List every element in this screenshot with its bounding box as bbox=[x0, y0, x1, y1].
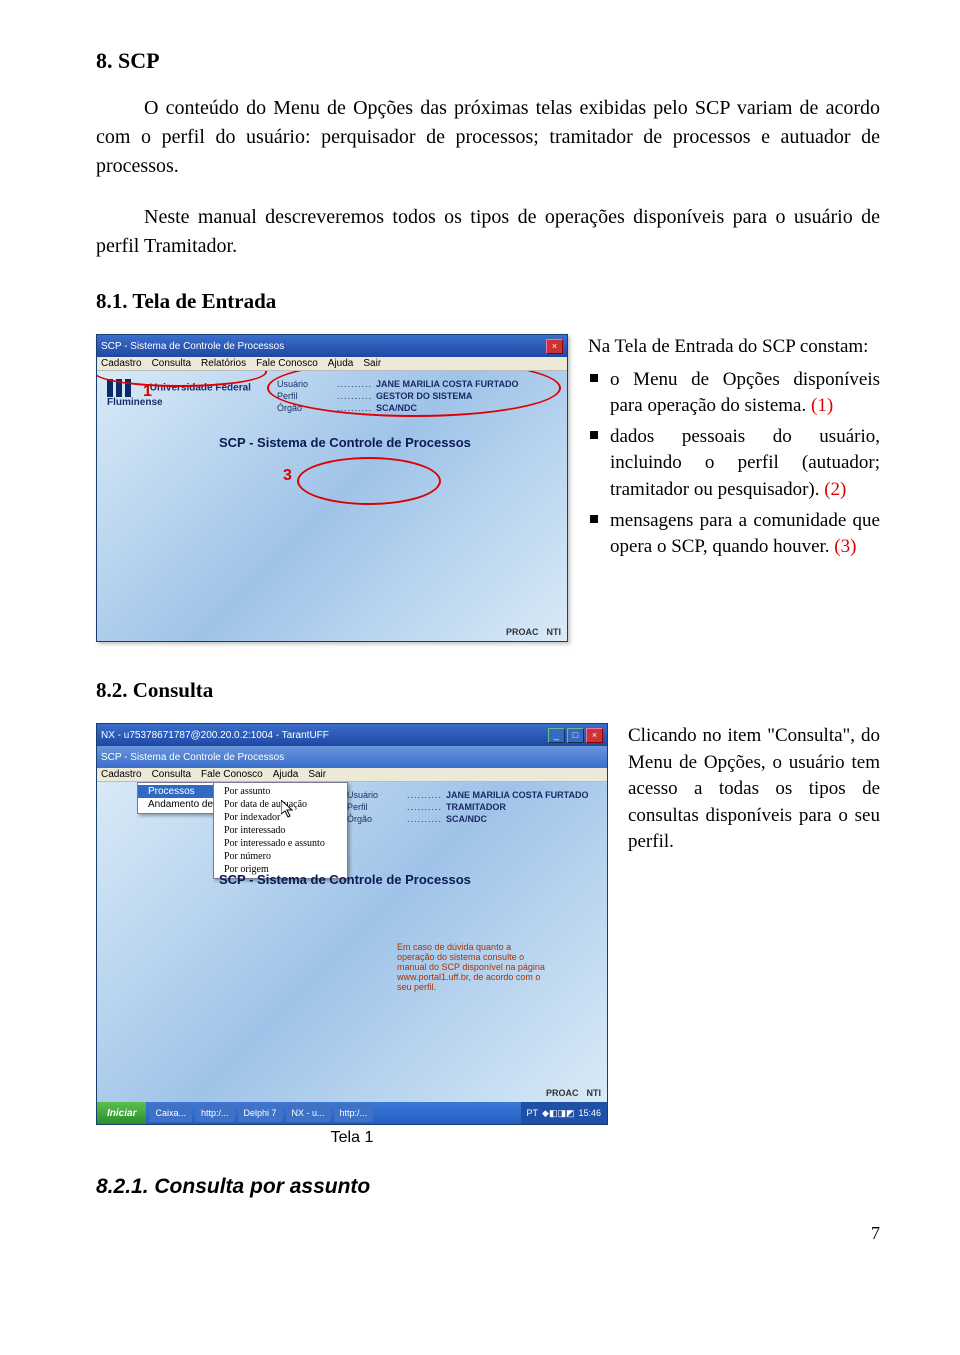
tray-icons: ◆◧◨◩ bbox=[542, 1108, 574, 1119]
menu-cadastro-2[interactable]: Cadastro bbox=[101, 769, 142, 780]
maximize-icon[interactable]: □ bbox=[567, 728, 584, 743]
lbl-usuario-2: Usuário bbox=[347, 790, 403, 800]
scp-inner-titlebar: SCP - Sistema de Controle de Processos bbox=[97, 746, 607, 768]
heading-8-2: 8.2. Consulta bbox=[96, 678, 880, 703]
nti-logo-text-2: NTI bbox=[587, 1088, 602, 1098]
menu-consulta-2[interactable]: Consulta bbox=[152, 769, 191, 780]
sub-por-interessado-assunto[interactable]: Por interessado e assunto bbox=[214, 837, 347, 850]
bullet-1: o Menu de Opções disponíveis para operaç… bbox=[588, 367, 880, 420]
footer-logos-2: PROAC NTI bbox=[546, 1088, 601, 1098]
consulta-figure: NX - u75378671787@200.20.0.2:1004 - Tara… bbox=[96, 723, 608, 1147]
scp-heading: SCP - Sistema de Controle de Processos bbox=[219, 435, 471, 450]
sub-por-interessado[interactable]: Por interessado bbox=[214, 824, 347, 837]
scp-heading-2: SCP - Sistema de Controle de Processos bbox=[219, 872, 471, 887]
entrada-lead: Na Tela de Entrada do SCP constam: bbox=[588, 334, 880, 361]
annotation-label-3: 3 bbox=[283, 467, 292, 485]
menubar-2[interactable]: Cadastro Consulta Fale Conosco Ajuda Sai… bbox=[97, 768, 607, 782]
processos-submenu[interactable]: Por assunto Por data de autuação Por ind… bbox=[213, 782, 348, 879]
sub-por-numero[interactable]: Por número bbox=[214, 850, 347, 863]
menu-sair-2[interactable]: Sair bbox=[308, 769, 326, 780]
taskbar-btn-2[interactable]: http:/... bbox=[195, 1104, 235, 1122]
entrada-description-block: Na Tela de Entrada do SCP constam: o Men… bbox=[588, 334, 880, 565]
val-orgao-2: SCA/NDC bbox=[446, 814, 487, 824]
bullet-1-tag: (1) bbox=[811, 395, 833, 416]
tray-lang: PT bbox=[527, 1108, 539, 1118]
nx-window-title: NX - u75378671787@200.20.0.2:1004 - Tara… bbox=[101, 730, 329, 741]
nx-window-controls: _ □ × bbox=[548, 728, 603, 743]
taskbar-btn-4[interactable]: NX - u... bbox=[286, 1104, 331, 1122]
sub-por-assunto[interactable]: Por assunto bbox=[214, 785, 347, 798]
heading-8-scp: 8. SCP bbox=[96, 48, 880, 74]
bullet-1-text: o Menu de Opções disponíveis para operaç… bbox=[610, 369, 880, 417]
tray-time: 15:46 bbox=[578, 1108, 601, 1118]
system-tray[interactable]: PT ◆◧◨◩ 15:46 bbox=[521, 1102, 607, 1124]
bullet-3-tag: (3) bbox=[834, 536, 856, 557]
menu-fale-conosco-2[interactable]: Fale Conosco bbox=[201, 769, 263, 780]
scp-inner-title: SCP - Sistema de Controle de Processos bbox=[101, 752, 284, 763]
annotation-ellipse-3 bbox=[297, 457, 441, 505]
menu-sair[interactable]: Sair bbox=[363, 358, 381, 369]
tela-1-caption: Tela 1 bbox=[96, 1129, 608, 1147]
heading-8-1: 8.1. Tela de Entrada bbox=[96, 289, 880, 314]
titlebar: SCP - Sistema de Controle de Processos × bbox=[97, 335, 567, 357]
bullet-3: mensagens para a comunidade que opera o … bbox=[588, 508, 880, 561]
client-area-2: Processos Andamento de Processos Por ass… bbox=[97, 782, 607, 1102]
nti-logo-text: NTI bbox=[547, 627, 562, 637]
cursor-icon bbox=[281, 800, 295, 818]
menu-fale-conosco[interactable]: Fale Conosco bbox=[256, 358, 318, 369]
taskbar-btn-5[interactable]: http:/... bbox=[334, 1104, 374, 1122]
menu-ajuda-2[interactable]: Ajuda bbox=[273, 769, 299, 780]
menu-ajuda[interactable]: Ajuda bbox=[328, 358, 354, 369]
lbl-perfil-2: Perfil bbox=[347, 802, 403, 812]
consulta-row: NX - u75378671787@200.20.0.2:1004 - Tara… bbox=[96, 723, 880, 1147]
window-title: SCP - Sistema de Controle de Processos bbox=[101, 341, 284, 352]
minimize-icon[interactable]: _ bbox=[548, 728, 565, 743]
consulta-paragraph: Clicando no item "Consulta", do Menu de … bbox=[628, 723, 880, 856]
window-control-icons: × bbox=[546, 339, 563, 354]
nx-window: NX - u75378671787@200.20.0.2:1004 - Tara… bbox=[96, 723, 608, 1125]
intro-paragraph-1: O conteúdo do Menu de Opções das próxima… bbox=[96, 94, 880, 181]
annotation-label-1: 1 bbox=[143, 383, 152, 401]
nx-titlebar: NX - u75378671787@200.20.0.2:1004 - Tara… bbox=[97, 724, 607, 746]
intro-paragraph-2: Neste manual descreveremos todos os tipo… bbox=[96, 203, 880, 261]
bullet-2-tag: (2) bbox=[824, 479, 846, 500]
taskbar-btn-1[interactable]: Caixa... bbox=[149, 1104, 192, 1122]
entrada-bullets: o Menu de Opções disponíveis para operaç… bbox=[588, 367, 880, 561]
proac-logo-text: PROAC bbox=[506, 627, 539, 637]
tela-entrada-row: SCP - Sistema de Controle de Processos ×… bbox=[96, 334, 880, 642]
lbl-orgao-2: Órgão bbox=[347, 814, 403, 824]
taskbar[interactable]: Iniciar Caixa... http:/... Delphi 7 NX -… bbox=[97, 1102, 607, 1124]
user-info-box-2: Usuário..........JANE MARILIA COSTA FURT… bbox=[347, 790, 597, 826]
consulta-description: Clicando no item "Consulta", do Menu de … bbox=[628, 723, 880, 862]
close-icon[interactable]: × bbox=[546, 339, 563, 354]
heading-8-2-1: 8.2.1. Consulta por assunto bbox=[96, 1175, 880, 1199]
val-usuario-2: JANE MARILIA COSTA FURTADO bbox=[446, 790, 589, 800]
help-message-box: Em caso de dúvida quanto a operação do s… bbox=[397, 942, 547, 992]
menubar[interactable]: Cadastro Consulta Relatórios Fale Conosc… bbox=[97, 357, 567, 371]
menu-consulta[interactable]: Consulta bbox=[152, 358, 191, 369]
menu-cadastro[interactable]: Cadastro bbox=[101, 358, 142, 369]
scp-window-entrada: SCP - Sistema de Controle de Processos ×… bbox=[96, 334, 568, 642]
proac-logo-text-2: PROAC bbox=[546, 1088, 579, 1098]
footer-logos: PROAC NTI bbox=[506, 627, 561, 637]
client-area: Universidade Federal Fluminense Usuário.… bbox=[97, 371, 567, 641]
menu-relatorios[interactable]: Relatórios bbox=[201, 358, 246, 369]
page-number: 7 bbox=[96, 1223, 880, 1244]
bullet-2: dados pessoais do usuário, incluindo o p… bbox=[588, 424, 880, 504]
taskbar-btn-3[interactable]: Delphi 7 bbox=[238, 1104, 283, 1122]
start-button[interactable]: Iniciar bbox=[97, 1102, 146, 1124]
close-icon[interactable]: × bbox=[586, 728, 603, 743]
val-perfil-2: TRAMITADOR bbox=[446, 802, 506, 812]
